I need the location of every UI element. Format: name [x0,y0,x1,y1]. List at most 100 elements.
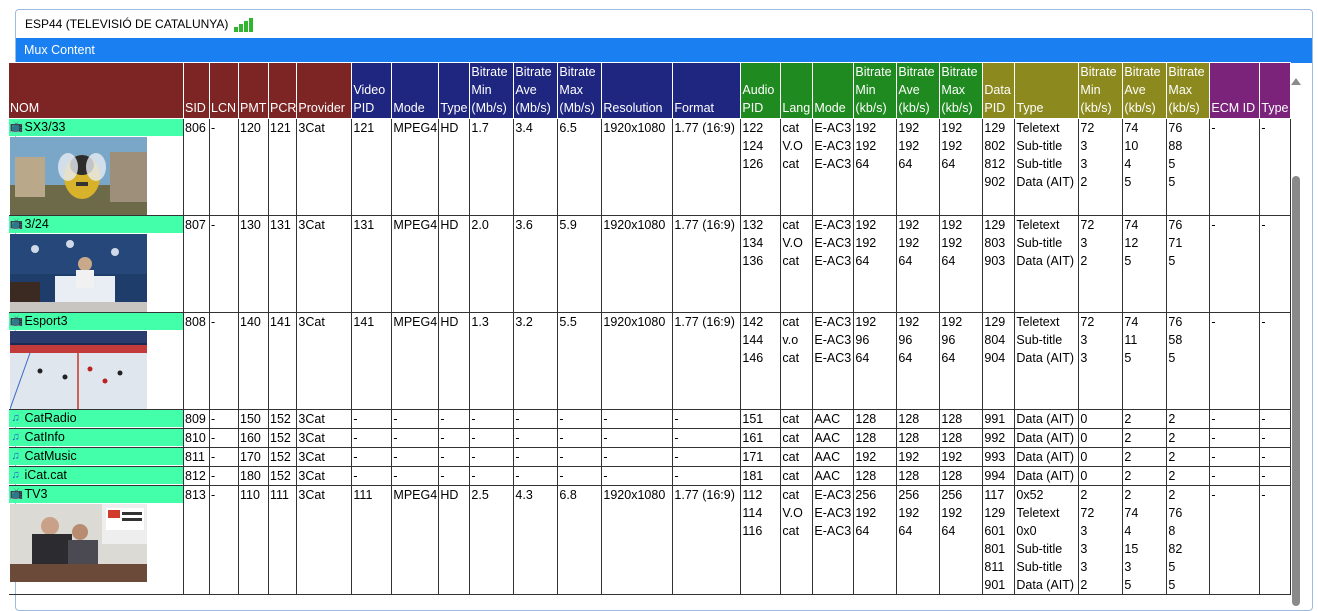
service-row[interactable]: 📺 TV3 813-110 111 3Cat 111 MPEG4 HD 2.5 4.3 6.8 1… [8,485,1292,595]
bitrate-max-cell: - [557,466,603,486]
col-label-line: PID [742,101,764,115]
bitrate-ave-cell: 3.4 [513,118,559,216]
col-bitrate-min-mbs[interactable]: Bitrate Min (Mb/s) [469,62,515,119]
col-ecm-id[interactable]: ECM ID [1209,62,1261,119]
col-data-type[interactable]: Type [1014,62,1080,119]
service-row[interactable]: ♫ CatRadio 809-150 152 3Cat - - - - - - - -151 cat A… [8,409,1292,429]
resolution-cell: 1920x1080 [601,118,674,216]
audio-bitrate-max-cell-line: 192 [941,139,963,153]
col-lcn[interactable]: LCN [209,62,239,119]
col-sid[interactable]: SID [183,62,210,119]
col-resolution[interactable]: Resolution [601,62,674,119]
resolution-cell: - [601,428,674,448]
service-name-bar[interactable]: ♫ iCat.cat [8,467,183,484]
audio-bitrate-min-cell: 128 [853,409,898,429]
col-video-mode[interactable]: Mode [391,62,440,119]
video-pid-cell: - [351,466,393,486]
lcn-cell: - [209,466,239,486]
tv-icon: 📺 [9,488,24,500]
col-pcr[interactable]: PCR [267,62,298,119]
col-data-pid[interactable]: Data PID [982,62,1016,119]
service-name-bar[interactable]: 📺 TV3 [8,486,183,503]
service-name-cell[interactable]: 📺 3/24 [8,215,184,313]
service-name-cell[interactable]: 📺 SX3/33 [8,118,184,216]
data-type-cell: Data (AIT) [1014,447,1080,467]
service-name: iCat.cat [24,468,67,482]
video-mode-cell: MPEG4 [391,118,440,216]
data-bitrate-ave-cell-line: 2 [1124,412,1132,426]
audio-mode-cell-line: E-AC3 [814,506,852,520]
audio-bitrate-max-cell-line: 128 [941,469,963,483]
data-pid-cell-line: 129 [984,315,1006,329]
col-audio-bitrate-min[interactable]: Bitrate Min (kb/s) [853,62,898,119]
service-row[interactable]: ♫ CatInfo 810-160 152 3Cat - - - - - - - -161 cat AA… [8,428,1292,448]
col-audio-bitrate-ave[interactable]: Bitrate Ave (kb/s) [896,62,941,119]
service-name-cell[interactable]: 📺 TV3 [8,485,184,595]
service-name-cell[interactable]: ♫ CatRadio [8,409,184,429]
tv-icon: 📺 [9,315,24,327]
data-type-cell-line: 0x52 [1016,488,1044,502]
pcr-cell: 121 [267,118,298,216]
col-nom[interactable]: NOM [8,62,184,119]
service-name-bar[interactable]: ♫ CatRadio [8,410,183,427]
col-provider[interactable]: Provider [296,62,353,119]
col-format[interactable]: Format [672,62,742,119]
ecm-id-cell: - [1209,485,1261,595]
data-bitrate-min-cell-line: 2 [1080,175,1088,189]
data-pid-cell: 993 [982,447,1016,467]
service-name-cell[interactable]: 📺 Esport3 [8,312,184,410]
service-name-bar[interactable]: 📺 SX3/33 [8,119,183,136]
service-row[interactable]: 📺 3/24 807-130 131 3Cat 131 MPEG4 HD 2.0 3.6 5.9… [8,215,1292,313]
col-video-type[interactable]: Type [438,62,471,119]
col-bitrate-max-mbs[interactable]: Bitrate Max (Mb/s) [557,62,603,119]
vertical-scrollbar[interactable] [1289,70,1303,606]
service-row[interactable]: 📺 Esport3 808-140 141 3Cat 141 MPEG4 HD 1.3 3.2… [8,312,1292,410]
lang-cell: cat V.O cat [780,118,814,216]
col-bitrate-ave-mbs[interactable]: Bitrate Ave (Mb/s) [513,62,559,119]
col-audio-pid[interactable]: Audio PID [740,62,782,119]
service-name-bar[interactable]: ♫ CatInfo [8,429,183,446]
audio-pid-cell: 161 [740,428,782,448]
col-label-line: (kb/s) [898,101,930,115]
scroll-up-arrow-icon[interactable] [1291,78,1301,85]
service-name-cell[interactable]: ♫ iCat.cat [8,466,184,486]
col-data-bitrate-min[interactable]: Bitrate Min (kb/s) [1078,62,1124,119]
service-row[interactable]: ♫ CatMusic 811-170 152 3Cat - - - - - - - -171 cat A… [8,447,1292,467]
data-type-cell-line: Data (AIT) [1016,450,1075,464]
service-thumbnail [9,504,147,582]
data-type-cell-line: Teletext [1016,315,1060,329]
provider-cell: 3Cat [296,485,353,595]
col-pmt[interactable]: PMT [238,62,269,119]
col-video-pid[interactable]: Video PID [351,62,393,119]
data-pid-cell-line: 902 [984,175,1006,189]
data-type-cell-line: Teletext [1016,506,1060,520]
service-name-bar[interactable]: 📺 3/24 [8,216,183,233]
service-name-bar[interactable]: ♫ CatMusic [8,448,183,465]
col-label-line: Min [471,83,492,97]
service-name-cell[interactable]: ♫ CatInfo [8,428,184,448]
service-row[interactable]: ♫ iCat.cat 812-180 152 3Cat - - - - - - - -181 cat A… [8,466,1292,486]
service-row[interactable]: 📺 SX3/33 806-120 121 3Cat 121 MPEG4 HD 1.7 3.4 6… [8,118,1292,216]
data-type-cell: Teletext Sub-title Data (AIT) [1014,215,1080,313]
service-name-cell[interactable]: ♫ CatMusic [8,447,184,467]
panel-header[interactable]: Mux Content [16,38,1312,63]
audio-mode-cell-line: AAC [814,431,841,445]
col-data-bitrate-max[interactable]: Bitrate Max (kb/s) [1166,62,1211,119]
audio-bitrate-max-cell-line: 192 [941,315,963,329]
col-audio-mode[interactable]: Mode [812,62,855,119]
audio-bitrate-min-cell-line: 256 [855,488,877,502]
col-data-bitrate-ave[interactable]: Bitrate Ave (kb/s) [1122,62,1168,119]
data-bitrate-ave-cell: 2 [1122,428,1168,448]
audio-bitrate-max-cell-line: 192 [941,450,963,464]
data-bitrate-ave-cell-line: 5 [1124,351,1132,365]
tv-icon: 📺 [9,121,24,133]
col-audio-bitrate-max[interactable]: Bitrate Max (kb/s) [939,62,984,119]
bitrate-max-cell: - [557,409,603,429]
service-name-bar[interactable]: 📺 Esport3 [8,313,183,330]
audio-pid-cell-line: 116 [742,524,763,538]
col-label-line: Ave [898,83,920,97]
col-lang[interactable]: Lang [780,62,814,119]
audio-bitrate-max-cell-line: 64 [941,524,956,538]
scrollbar-thumb[interactable] [1292,176,1300,606]
col-ecm-type[interactable]: Type [1259,62,1292,119]
